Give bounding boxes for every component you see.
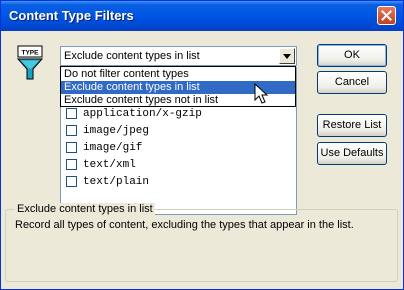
checkbox[interactable]	[66, 125, 77, 136]
title-bar[interactable]: Content Type Filters	[1, 1, 403, 31]
funnel-filter-icon: TYPE	[17, 45, 43, 80]
list-item[interactable]: image/gif	[66, 139, 142, 156]
cancel-button[interactable]: Cancel	[317, 71, 387, 94]
dialog-body: TYPE application/x-gzip image/jpeg image…	[1, 31, 403, 289]
filter-mode-value: Exclude content types in list	[64, 50, 200, 62]
dropdown-option-exclude-in-list[interactable]: Exclude content types in list	[61, 81, 295, 94]
list-item[interactable]: text/plain	[66, 173, 149, 190]
content-type-filters-dialog: Content Type Filters TYPE application/x-…	[0, 0, 404, 290]
icon-type-label: TYPE	[22, 50, 40, 57]
chevron-down-icon	[283, 54, 291, 59]
dropdown-button[interactable]	[279, 48, 295, 64]
restore-list-button[interactable]: Restore List	[317, 114, 387, 137]
content-type-label: image/jpeg	[83, 124, 150, 137]
filter-mode-select[interactable]: Exclude content types in list	[60, 46, 297, 66]
use-defaults-button[interactable]: Use Defaults	[317, 142, 387, 165]
ok-button[interactable]: OK	[317, 44, 387, 67]
description-text: Record all types of content, excluding t…	[15, 219, 354, 231]
checkbox[interactable]	[66, 142, 77, 153]
list-item[interactable]: image/jpeg	[66, 122, 149, 139]
dropdown-option-exclude-not-in-list[interactable]: Exclude content types not in list	[61, 94, 295, 107]
dropdown-option-do-not-filter[interactable]: Do not filter content types	[61, 68, 295, 81]
description-group: Exclude content types in list Record all…	[5, 203, 398, 282]
list-item[interactable]: application/x-gzip	[66, 105, 202, 122]
content-type-label: text/xml	[83, 158, 136, 171]
checkbox[interactable]	[66, 176, 77, 187]
checkbox[interactable]	[66, 159, 77, 170]
checkbox[interactable]	[66, 108, 77, 119]
content-type-label: image/gif	[83, 141, 143, 154]
dialog-title: Content Type Filters	[9, 8, 134, 23]
content-type-label: text/plain	[83, 175, 150, 188]
filter-mode-dropdown[interactable]: Do not filter content types Exclude cont…	[60, 66, 296, 107]
close-icon	[381, 10, 392, 21]
list-item[interactable]: text/xml	[66, 156, 136, 173]
description-group-label: Exclude content types in list	[15, 203, 155, 215]
content-type-label: application/x-gzip	[83, 107, 202, 120]
close-button[interactable]	[377, 6, 396, 25]
